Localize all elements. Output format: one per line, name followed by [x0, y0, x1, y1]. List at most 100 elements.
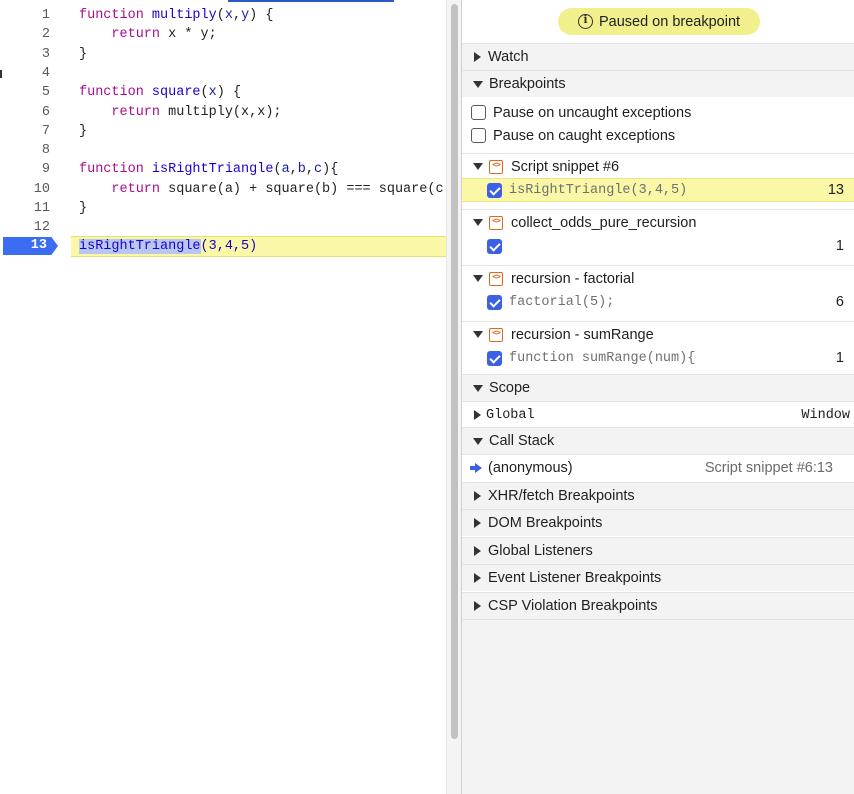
code-token: function	[79, 85, 152, 101]
line-number[interactable]: 4	[0, 64, 50, 83]
breakpoints-section-header[interactable]: Breakpoints	[462, 70, 854, 97]
execution-line-code[interactable]: isRightTriangle(3,4,5)	[79, 237, 257, 256]
pause-uncaught-checkbox[interactable]	[471, 105, 486, 120]
code-token: ){	[322, 162, 339, 178]
code-line[interactable]: 5 function square(x) {	[0, 83, 446, 102]
line-number[interactable]: 7	[0, 122, 50, 141]
line-number[interactable]: 5	[0, 83, 50, 102]
code-line[interactable]: 6 return multiply(x,x);	[0, 103, 446, 122]
breakpoint-file-header[interactable]: Script snippet #6	[462, 153, 854, 179]
collapse-triangle-icon	[473, 163, 483, 170]
debugger-sidebar: Paused on breakpoint Watch Breakpoints P…	[462, 0, 854, 794]
scope-label: Scope	[489, 380, 531, 396]
breakpoint-item[interactable]: isRightTriangle(3,4,5) 13	[462, 178, 854, 202]
section-label: CSP Violation Breakpoints	[488, 598, 658, 614]
callstack-frame-name: (anonymous)	[488, 460, 573, 476]
callstack-frame-location[interactable]: Script snippet #6:13	[705, 460, 833, 476]
code-token: ) {	[249, 8, 274, 23]
scrollbar-thumb[interactable]	[451, 4, 458, 739]
code-token: b	[297, 162, 306, 178]
paused-label: Paused on breakpoint	[598, 13, 741, 30]
code-line[interactable]: 12	[0, 218, 446, 237]
breakpoint-file-header[interactable]: recursion - sumRange	[462, 321, 854, 347]
code-line[interactable]: 1 function multiply(x,y) {	[0, 6, 446, 25]
global-listeners-header[interactable]: Global Listeners	[462, 537, 854, 564]
callstack-section-header[interactable]: Call Stack	[462, 427, 854, 454]
breakpoint-checkbox[interactable]	[487, 238, 502, 254]
collapse-triangle-icon	[473, 384, 483, 392]
breakpoint-item[interactable]: function sumRange(num){ 1	[462, 346, 854, 370]
line-number[interactable]: 11	[0, 199, 50, 218]
breakpoint-file-header[interactable]: collect_odds_pure_recursion	[462, 209, 854, 235]
line-number[interactable]: 9	[0, 160, 50, 179]
code-token: ) {	[216, 85, 242, 101]
line-number[interactable]: 3	[0, 45, 50, 64]
breakpoint-item[interactable]: 1	[462, 234, 854, 258]
pause-caught-row[interactable]: Pause on caught exceptions	[462, 124, 854, 147]
collapse-triangle-icon	[473, 331, 483, 338]
breakpoint-item[interactable]: factorial(5); 6	[462, 290, 854, 314]
line-number[interactable]: 12	[0, 218, 50, 237]
expand-triangle-icon	[474, 491, 481, 501]
code-token: (	[273, 162, 282, 178]
line-source: return multiply(x,x);	[79, 103, 282, 122]
code-token: x	[224, 8, 233, 23]
line-number[interactable]: 8	[0, 141, 50, 160]
code-editor[interactable]: 1 function multiply(x,y) {2 return x * y;…	[0, 0, 446, 794]
line-number[interactable]: 6	[0, 103, 50, 122]
code-line[interactable]: 8	[0, 141, 446, 160]
code-token: return	[111, 181, 161, 197]
code-line[interactable]: 3}	[0, 45, 446, 64]
line-number[interactable]: 2	[0, 25, 50, 44]
callstack-frame[interactable]: (anonymous) Script snippet #6:13	[462, 454, 854, 481]
watch-section-header[interactable]: Watch	[462, 43, 854, 70]
code-token: return	[111, 104, 161, 120]
breakpoint-checkbox[interactable]	[487, 182, 502, 198]
breakpoint-code: function sumRange(num){	[509, 350, 696, 366]
code-token: function	[79, 8, 152, 23]
event-listener-breakpoints-header[interactable]: Event Listener Breakpoints	[462, 564, 854, 591]
line-number[interactable]: 1	[0, 6, 50, 25]
snippet-file-icon	[489, 327, 503, 342]
editor-scrollbar[interactable]	[446, 0, 461, 794]
breakpoint-checkbox[interactable]	[487, 294, 502, 310]
xhr-breakpoints-header[interactable]: XHR/fetch Breakpoints	[462, 482, 854, 509]
code-token: a	[281, 162, 290, 178]
expand-triangle-icon	[474, 52, 481, 62]
active-tab-indicator	[228, 0, 394, 2]
scope-global-row[interactable]: Global Window	[462, 401, 854, 428]
line-number[interactable]: 10	[0, 180, 50, 199]
line-source: }	[79, 199, 87, 218]
expand-triangle-icon	[474, 573, 481, 583]
code-token: (	[216, 8, 225, 23]
line-source: function isRightTriangle(a,b,c){	[79, 160, 338, 179]
code-token: }	[79, 201, 88, 216]
code-line[interactable]: 4	[0, 64, 446, 83]
breakpoint-checkbox[interactable]	[487, 350, 502, 366]
code-token: (	[200, 85, 209, 101]
pause-uncaught-row[interactable]: Pause on uncaught exceptions	[462, 101, 854, 124]
breakpoint-file-header[interactable]: recursion - factorial	[462, 265, 854, 291]
breakpoint-file-name: recursion - sumRange	[511, 326, 654, 343]
code-token: multiply(x,x);	[160, 104, 282, 120]
breakpoint-marker[interactable]: 13	[3, 237, 58, 255]
breakpoint-code: isRightTriangle(3,4,5)	[509, 182, 688, 198]
code-line[interactable]: 9 function isRightTriangle(a,b,c){	[0, 160, 446, 179]
breakpoint-file-name: recursion - factorial	[511, 270, 635, 287]
scope-section-header[interactable]: Scope	[462, 374, 854, 401]
code-line[interactable]: 7}	[0, 122, 446, 141]
dom-breakpoints-header[interactable]: DOM Breakpoints	[462, 509, 854, 536]
code-line[interactable]: 10 return square(a) + square(b) === squa…	[0, 180, 446, 199]
pause-caught-checkbox[interactable]	[471, 128, 486, 143]
scope-global-value: Window	[801, 407, 850, 423]
code-line[interactable]: 11}	[0, 199, 446, 218]
sidebar-empty-area	[462, 619, 854, 794]
code-token: }	[79, 46, 88, 62]
csp-violation-breakpoints-header[interactable]: CSP Violation Breakpoints	[462, 592, 854, 619]
line-source: function square(x) {	[79, 83, 241, 102]
code-line[interactable]: 2 return x * y;	[0, 25, 446, 44]
snippet-file-icon	[489, 159, 503, 174]
collapse-triangle-icon	[473, 437, 483, 445]
line-source: function multiply(x,y) {	[79, 6, 273, 25]
